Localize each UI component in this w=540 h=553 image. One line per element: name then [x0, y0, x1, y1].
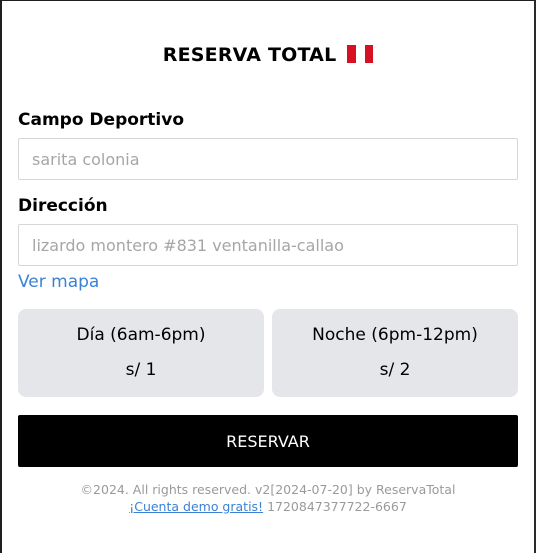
footer-copyright: ©2024. All rights reserved. v2[2024-07-2… — [80, 482, 456, 497]
reserve-button[interactable]: RESERVAR — [18, 415, 518, 467]
shift-night-price: s/ 2 — [379, 360, 411, 380]
peru-flag-icon — [347, 45, 374, 63]
footer-contact: ¡Cuenta demo gratis! 1720847377722-6667 — [0, 498, 536, 515]
shift-day-name: Día (6am-6pm) — [76, 325, 206, 345]
page-title: RESERVA TOTAL — [0, 44, 536, 66]
ver-mapa-link[interactable]: Ver mapa — [18, 272, 99, 292]
shift-day-card[interactable]: Día (6am-6pm) s/ 1 — [18, 309, 264, 397]
campo-label: Campo Deportivo — [18, 110, 185, 130]
footer-phone: 1720847377722-6667 — [267, 499, 407, 514]
footer: ©2024. All rights reserved. v2[2024-07-2… — [0, 481, 536, 515]
shift-night-card[interactable]: Noche (6pm-12pm) s/ 2 — [272, 309, 518, 397]
direccion-label: Dirección — [18, 196, 108, 216]
direccion-input[interactable] — [18, 224, 518, 266]
campo-input[interactable] — [18, 138, 518, 180]
shift-day-price: s/ 1 — [125, 360, 157, 380]
demo-account-link[interactable]: ¡Cuenta demo gratis! — [129, 499, 263, 514]
title-text: RESERVA TOTAL — [162, 44, 337, 66]
shift-night-name: Noche (6pm-12pm) — [312, 325, 478, 345]
